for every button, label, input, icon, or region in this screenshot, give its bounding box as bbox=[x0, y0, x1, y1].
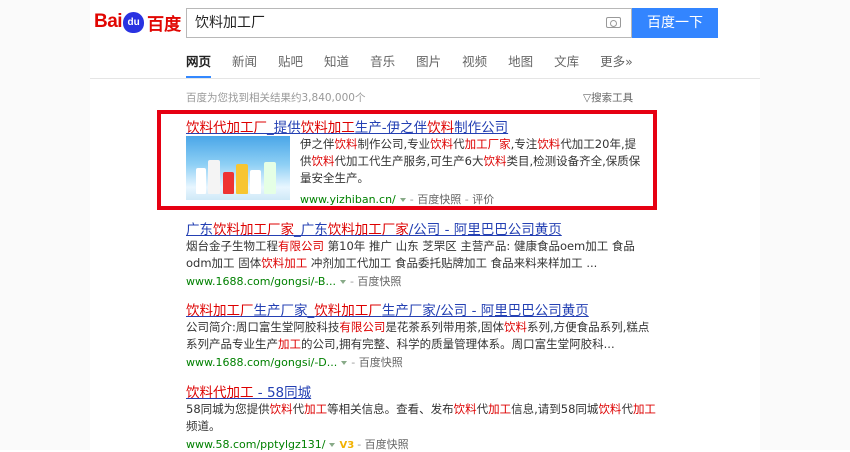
result-description: 公司简介:周口富生堂阿胶科技有限公司是花茶系列带用茶,固体饮料系列,方便食品系列… bbox=[186, 320, 650, 351]
snapshot-link[interactable]: 百度快照 bbox=[357, 275, 401, 288]
result-url[interactable]: www.58.com/pptylgz131/ bbox=[186, 438, 325, 451]
baidu-logo[interactable]: Bai du 百度 bbox=[94, 9, 181, 35]
tab-more[interactable]: 更多» bbox=[600, 52, 633, 78]
tab-zhidao[interactable]: 知道 bbox=[324, 52, 349, 78]
result-url-line: www.yizhiban.cn/- 百度快照 - 评价 bbox=[300, 193, 495, 206]
snapshot-link[interactable]: 百度快照 bbox=[417, 193, 461, 206]
search-input[interactable] bbox=[195, 9, 585, 37]
result-url[interactable]: www.yizhiban.cn/ bbox=[300, 193, 396, 206]
v-badge-icon: V3 bbox=[339, 440, 355, 451]
dropdown-arrow-icon[interactable] bbox=[329, 443, 336, 447]
result-description: 58同城为您提供饮料代加工等相关信息。查看、发布饮料代加工信息,请到58同城饮料… bbox=[186, 402, 656, 433]
result-description: 烟台金子生物工程有限公司 第10年 推广 山东 芝罘区 主营产品: 健康食品oe… bbox=[186, 239, 635, 270]
result-title[interactable]: 饮料代加工 - 58同城 bbox=[186, 381, 311, 401]
tab-wenku[interactable]: 文库 bbox=[554, 52, 579, 78]
review-link[interactable]: 评价 bbox=[472, 193, 494, 206]
tab-web[interactable]: 网页 bbox=[186, 52, 212, 78]
filter-icon: ▽ bbox=[583, 92, 592, 104]
search-tools-button[interactable]: ▽搜索工具 bbox=[583, 90, 633, 105]
result-description: 伊之伴饮料制作公司,专业饮料代加工厂家,专注饮料代加工20年,提供饮料代加工代生… bbox=[300, 137, 641, 185]
result-url[interactable]: www.1688.com/gongsi/-D... bbox=[186, 356, 337, 369]
search-button[interactable]: 百度一下 bbox=[632, 8, 718, 38]
tab-images[interactable]: 图片 bbox=[416, 52, 441, 78]
search-tools-label: 搜索工具 bbox=[591, 92, 634, 104]
logo-text-cn: 百度 bbox=[147, 14, 182, 34]
dropdown-arrow-icon[interactable] bbox=[399, 198, 406, 202]
snapshot-link[interactable]: 百度快照 bbox=[365, 438, 409, 451]
tab-music[interactable]: 音乐 bbox=[370, 52, 395, 78]
dropdown-arrow-icon[interactable] bbox=[341, 361, 348, 365]
result-stats: 百度为您找到相关结果约3,840,000个 bbox=[186, 92, 366, 104]
camera-icon[interactable] bbox=[606, 17, 621, 28]
tab-tieba[interactable]: 贴吧 bbox=[278, 52, 303, 78]
tab-divider bbox=[90, 78, 760, 79]
tab-news[interactable]: 新闻 bbox=[232, 52, 257, 78]
tab-map[interactable]: 地图 bbox=[508, 52, 533, 78]
result-title[interactable]: 饮料代加工厂_提供饮料加工生产-伊之伴饮料制作公司 bbox=[186, 116, 508, 136]
snapshot-link[interactable]: 百度快照 bbox=[359, 356, 403, 369]
search-box bbox=[186, 8, 632, 38]
result-url[interactable]: www.1688.com/gongsi/-B... bbox=[186, 275, 336, 288]
result-url-line: www.1688.com/gongsi/-B... - 百度快照 bbox=[186, 275, 402, 288]
logo-text-bai: Bai bbox=[94, 11, 123, 32]
result-title[interactable]: 饮料加工厂生产厂家_饮料加工厂生产厂家/公司 - 阿里巴巴公司黄页 bbox=[186, 299, 589, 319]
dropdown-arrow-icon[interactable] bbox=[339, 280, 346, 284]
result-thumbnail[interactable] bbox=[186, 136, 290, 200]
result-title[interactable]: 广东饮料加工厂家_广东饮料加工厂家/公司 - 阿里巴巴公司黄页 bbox=[186, 218, 562, 238]
paw-icon: du bbox=[123, 11, 145, 33]
tab-video[interactable]: 视频 bbox=[462, 52, 487, 78]
result-url-line: www.1688.com/gongsi/-D... - 百度快照 bbox=[186, 356, 403, 369]
tab-bar: 网页 新闻 贴吧 知道 音乐 图片 视频 地图 文库 更多» bbox=[186, 52, 654, 78]
